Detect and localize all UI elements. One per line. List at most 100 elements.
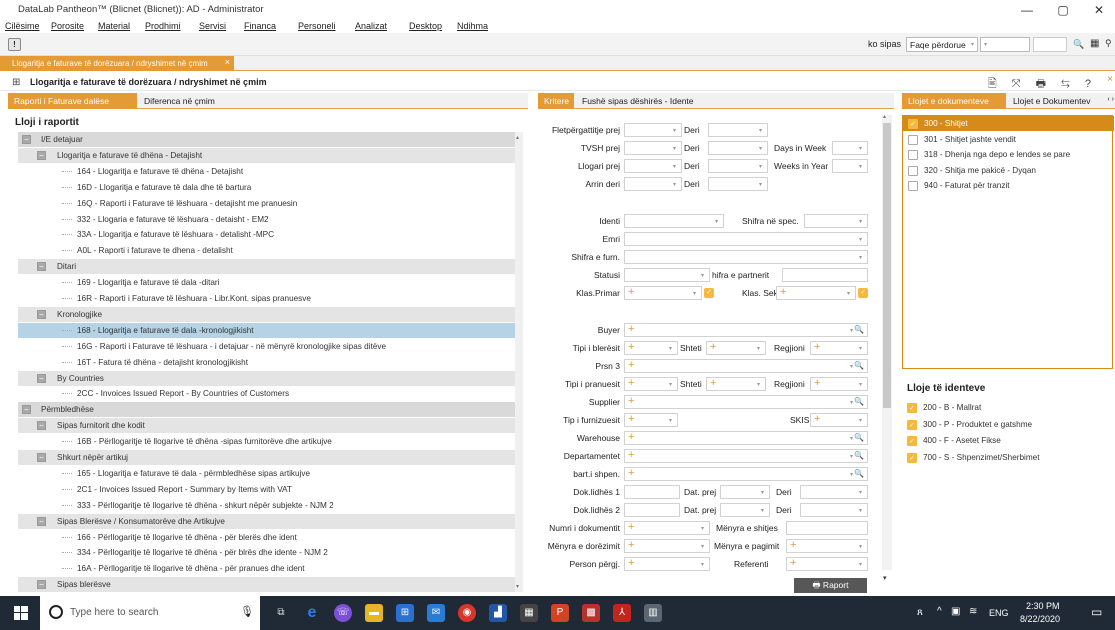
menu-financa[interactable]: Financa xyxy=(244,21,276,31)
checkbox[interactable]: ✓ xyxy=(907,452,917,463)
shifra-furn-select[interactable]: ▾ xyxy=(624,250,868,264)
tree-group[interactable]: − Sipas blerësve xyxy=(18,577,515,592)
tab-price-difference[interactable]: Diferenca në çmim xyxy=(138,93,221,109)
raport-button[interactable]: 🖶 Raport xyxy=(794,578,867,593)
dok1-date-to[interactable]: ▾ xyxy=(800,485,868,499)
referenti-select[interactable]: + ▾ xyxy=(786,557,868,571)
shteti-select-1[interactable]: + ▾ xyxy=(706,341,766,355)
tree-report-item[interactable]: 2CC - Invoices Issued Report - By Countr… xyxy=(18,386,515,401)
powerpoint-icon[interactable]: P xyxy=(551,604,569,622)
tree-report-item[interactable]: 16G - Raporti i Faturave të lëshuara - i… xyxy=(18,339,515,354)
ident-type-item[interactable]: ✓ 700 - S - Shpenzimet/Sherbimet xyxy=(902,450,1113,465)
chart-app-icon[interactable]: ▟ xyxy=(489,604,507,622)
collapse-toggle-icon[interactable]: − xyxy=(37,309,46,319)
tree-group[interactable]: − Kronologjike xyxy=(18,306,515,322)
tipi-pranuesit-select[interactable]: + ▾ xyxy=(624,377,678,391)
menyra-pagimit-select[interactable]: + ▾ xyxy=(786,539,868,553)
dok2-date-from[interactable]: ▾ xyxy=(720,503,770,517)
scroll-thumb[interactable] xyxy=(883,123,891,408)
shifra-partnerit-input[interactable] xyxy=(782,268,868,282)
viber-icon[interactable]: ☏ xyxy=(334,604,352,622)
store-icon[interactable]: ⊞ xyxy=(396,604,414,622)
tree-report-item[interactable]: 168 - Llogaritja e faturave të dala -kro… xyxy=(18,322,515,338)
options-icon[interactable]: ⚲ xyxy=(1105,38,1112,49)
tree-report-item[interactable]: 334 - Përllogaritje të llogarive të dhën… xyxy=(18,545,515,560)
search-field-select[interactable]: ▾ xyxy=(980,37,1030,52)
dok1-input[interactable] xyxy=(624,485,680,499)
tree-report-item[interactable]: 33A - Llogaritja e faturave të lëshuara … xyxy=(18,227,515,242)
task-view-icon[interactable]: ⧉ xyxy=(272,604,290,622)
minimize-button[interactable]: — xyxy=(1017,3,1037,17)
collapse-toggle-icon[interactable]: − xyxy=(37,150,46,160)
people-icon[interactable]: ጸ xyxy=(917,607,923,618)
weeks-in-year-select[interactable]: ▾ xyxy=(832,159,868,173)
statusi-select[interactable]: ▾ xyxy=(624,268,710,282)
warehouse-select[interactable]: + ▾ 🔍 xyxy=(624,431,868,445)
search-input[interactable] xyxy=(1033,37,1067,52)
buyer-select[interactable]: + ▾ 🔍 xyxy=(624,323,868,337)
checkbox[interactable] xyxy=(908,134,918,145)
tipi-bleresit-select[interactable]: + ▾ xyxy=(624,341,678,355)
notifications-icon[interactable]: ▭ xyxy=(1091,605,1102,619)
ident-type-item[interactable]: ✓ 200 - B - Mallrat xyxy=(902,400,1113,415)
tree-report-item[interactable]: 16R - Raporti i Faturave të lëshuara - L… xyxy=(18,291,515,306)
menu-cilesime[interactable]: Cilësime xyxy=(5,21,40,31)
menu-analizat[interactable]: Analizat xyxy=(355,21,387,31)
tree-group[interactable]: − Përmbledhëse xyxy=(18,402,515,418)
menyra-shitjes-select[interactable] xyxy=(786,521,868,535)
collapse-toggle-icon[interactable]: − xyxy=(37,580,46,590)
collapse-toggle-icon[interactable]: − xyxy=(37,421,46,431)
tree-group[interactable]: − Sipas Blerësve / Konsumatorëve dhe Arti… xyxy=(18,513,515,529)
tree-group[interactable]: − By Countries xyxy=(18,370,515,386)
form-close-icon[interactable]: × xyxy=(1107,74,1113,85)
tree-report-item[interactable]: A0L - Raporti i faturave te dhena - deta… xyxy=(18,243,515,258)
identi-select[interactable]: ▾ xyxy=(624,214,724,228)
form-toolbar-icons[interactable]: 🖹 ⤧ 🖶 ⇆ ? xyxy=(988,75,1097,94)
supplier-select[interactable]: + ▾ 🔍 xyxy=(624,395,868,409)
grid-icon[interactable]: ▦ xyxy=(1090,38,1099,49)
tab-outgoing-invoices[interactable]: Raporti i Faturave dalëse xyxy=(8,93,137,109)
emri-select[interactable]: ▾ xyxy=(624,232,868,246)
bart-select[interactable]: + ▾ 🔍 xyxy=(624,467,868,481)
clock-date[interactable]: 8/22/2020 xyxy=(1020,614,1060,624)
klas-primar-checkbox[interactable]: ✓ xyxy=(704,288,714,298)
dok2-date-to[interactable]: ▾ xyxy=(800,503,868,517)
tree-report-item[interactable]: 333 - Përllogaritje të llogarive të dhën… xyxy=(18,498,515,513)
klas-sek-checkbox[interactable]: ✓ xyxy=(858,288,868,298)
document-type-item[interactable]: ✓ 300 - Shitjet xyxy=(903,116,1114,131)
dok2-input[interactable] xyxy=(624,503,680,517)
fletpergatitje-from[interactable]: ▾ xyxy=(624,123,682,137)
search-icon[interactable]: 🔍 xyxy=(1073,39,1084,50)
document-type-item[interactable]: 940 - Faturat për tranzit xyxy=(903,178,1114,193)
tab-custom-fields[interactable]: Fushë sipas dëshirës - Idente xyxy=(576,93,700,109)
document-type-item[interactable]: 320 - Shitja me pakicë - Dyqan xyxy=(903,163,1114,178)
document-tab[interactable]: Llogaritja e faturave të dorëzuara / ndr… xyxy=(0,56,234,71)
collapse-toggle-icon[interactable]: − xyxy=(37,453,46,462)
left-scrollbar[interactable]: ▴ ▾ xyxy=(515,132,523,592)
tree-group[interactable]: − I/E detajuar xyxy=(18,132,515,147)
regjioni-select-1[interactable]: + ▾ xyxy=(810,341,868,355)
days-in-week-select[interactable]: ▾ xyxy=(832,141,868,155)
tree-report-item[interactable]: 166 - Përllogaritje të llogarive të dhën… xyxy=(18,530,515,545)
checkbox[interactable] xyxy=(908,150,918,160)
llogari-from[interactable]: ▾ xyxy=(624,159,682,173)
checkbox[interactable] xyxy=(908,181,918,191)
tip-furnizuesit-select[interactable]: + ▾ xyxy=(624,413,678,427)
menu-material[interactable]: Material xyxy=(98,21,130,31)
close-tab-icon[interactable]: × xyxy=(225,57,230,67)
info-icon[interactable]: ! xyxy=(8,38,21,51)
chrome-icon[interactable]: ◉ xyxy=(458,604,476,622)
collapse-toggle-icon[interactable]: − xyxy=(37,516,46,526)
klas-sek-select[interactable]: + ▾ xyxy=(776,286,856,300)
llogari-to[interactable]: ▾ xyxy=(708,159,768,173)
file-explorer-icon[interactable]: ▬ xyxy=(365,604,383,622)
tab-document-types[interactable]: Llojet e dokumenteve xyxy=(902,93,1006,109)
tab-scroll-arrows[interactable]: ‹ › xyxy=(1107,96,1114,103)
tree-report-item[interactable]: 164 - Llogaritja e faturave të dhëna - D… xyxy=(18,164,515,179)
edge-icon[interactable]: e xyxy=(303,604,321,622)
checkbox[interactable] xyxy=(908,165,918,176)
document-type-item[interactable]: 318 - Dhenja nga depo e lendes se pare xyxy=(903,147,1114,162)
tree-group[interactable]: − Shkurt nëpër artikuj xyxy=(18,450,515,465)
tree-group[interactable]: − Llogaritja e faturave të dhëna - Detaji… xyxy=(18,147,515,163)
calculator-icon[interactable]: ▦ xyxy=(520,604,538,622)
